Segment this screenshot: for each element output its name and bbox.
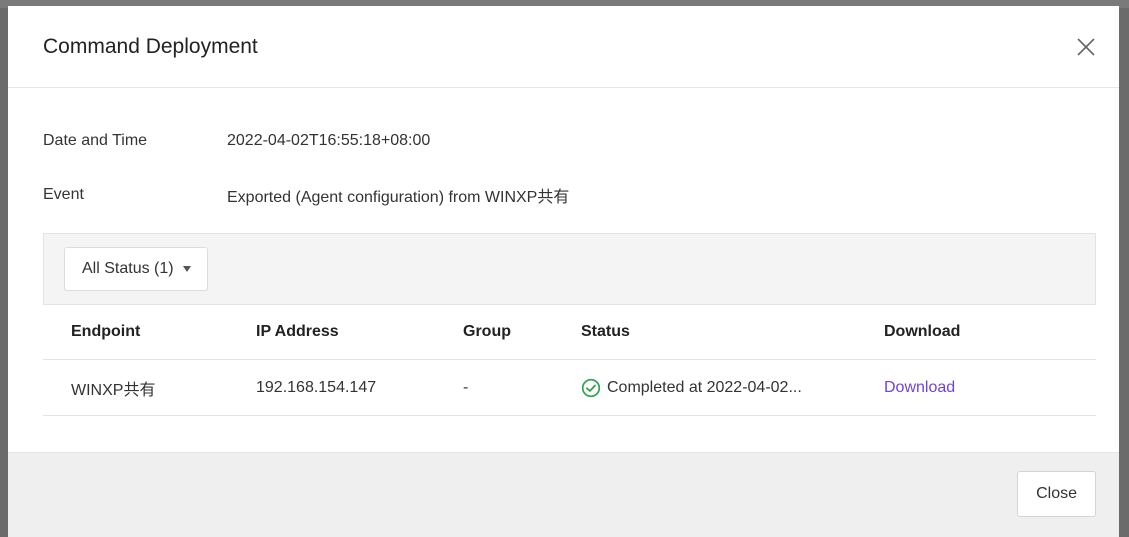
- download-link[interactable]: Download: [884, 379, 955, 396]
- filter-toolbar: All Status (1): [43, 233, 1096, 305]
- status-filter-label: All Status (1): [82, 260, 174, 277]
- date-time-label: Date and Time: [43, 132, 148, 149]
- column-header-endpoint[interactable]: Endpoint: [43, 305, 228, 360]
- status-filter-dropdown[interactable]: All Status (1): [64, 247, 208, 291]
- event-label: Event: [43, 186, 84, 203]
- results-panel: All Status (1) Endpoint IP Address Group…: [43, 233, 1096, 416]
- status-cell: Completed at 2022-04-02...: [553, 359, 870, 416]
- event-value: Exported (Agent configuration) from WINX…: [227, 189, 570, 206]
- close-icon[interactable]: [1075, 36, 1097, 58]
- download-cell: Download: [870, 359, 1096, 416]
- dialog-title: Command Deployment: [43, 34, 258, 58]
- date-time-value: 2022-04-02T16:55:18+08:00: [227, 132, 431, 149]
- ip-address-cell: 192.168.154.147: [228, 359, 435, 416]
- check-circle-icon: [581, 378, 601, 398]
- dialog-header: Command Deployment: [8, 6, 1119, 88]
- column-header-ip-address[interactable]: IP Address: [228, 305, 435, 360]
- column-header-status[interactable]: Status: [553, 305, 870, 360]
- group-cell: -: [435, 359, 553, 416]
- endpoint-cell: WINXP共有: [43, 359, 228, 416]
- caret-down-icon: [182, 266, 191, 272]
- column-header-download: Download: [870, 305, 1096, 360]
- dialog-footer: Close: [8, 452, 1119, 537]
- event-row: Event Exported (Agent configuration) fro…: [43, 180, 1119, 210]
- table-row: WINXP共有 192.168.154.147 - Completed at 2: [43, 359, 1096, 416]
- close-button[interactable]: Close: [1017, 471, 1096, 517]
- date-time-row: Date and Time 2022-04-02T16:55:18+08:00: [43, 126, 1119, 156]
- table-header-row: Endpoint IP Address Group Status Downloa…: [43, 305, 1096, 360]
- column-header-group[interactable]: Group: [435, 305, 553, 360]
- endpoint-table: Endpoint IP Address Group Status Downloa…: [43, 305, 1096, 416]
- event-info: Date and Time 2022-04-02T16:55:18+08:00 …: [8, 88, 1119, 210]
- status-text: Completed at 2022-04-02...: [607, 378, 802, 396]
- command-deployment-dialog: Command Deployment Date and Time 2022-04…: [8, 6, 1119, 537]
